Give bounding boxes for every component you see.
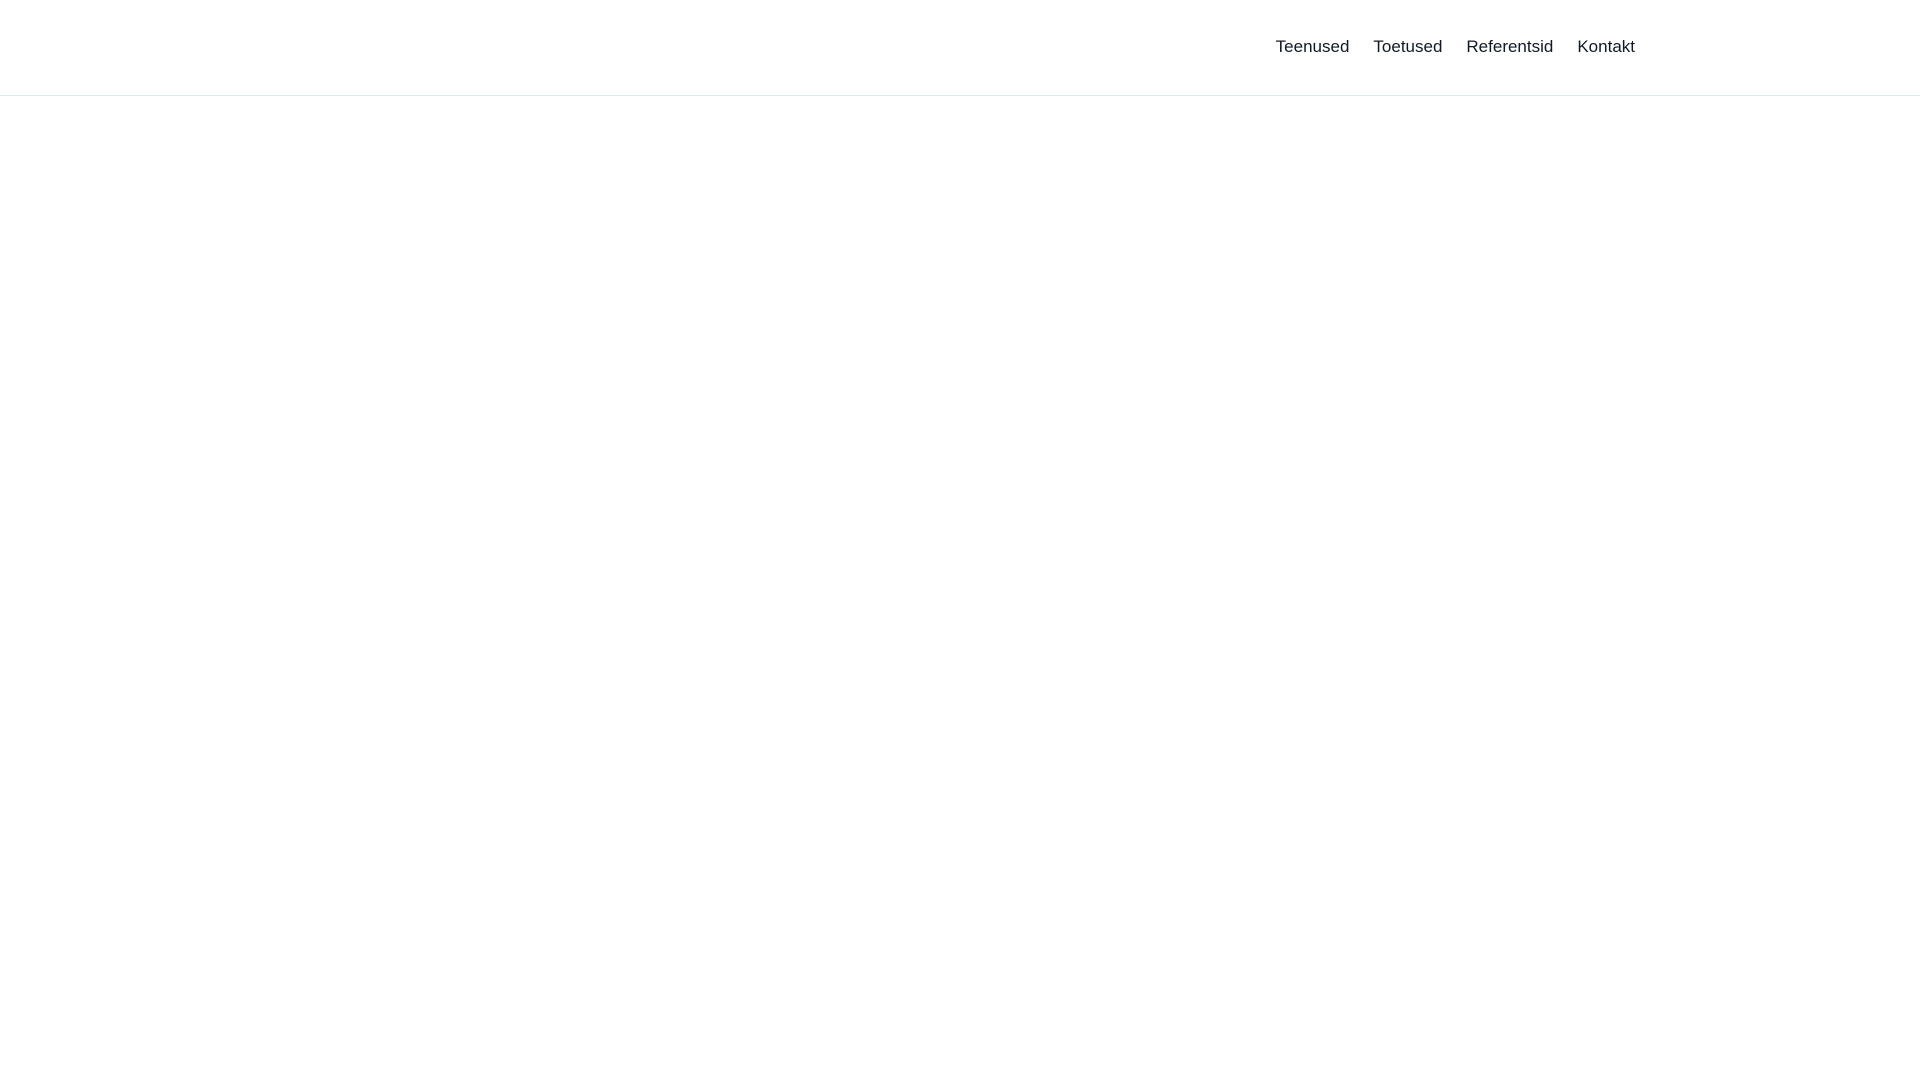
- nav-link-teenused[interactable]: Teenused: [1276, 37, 1350, 57]
- site-header: Teenused Toetused Referentsid Kontakt: [0, 0, 1920, 96]
- nav-link-referentsid[interactable]: Referentsid: [1466, 37, 1553, 57]
- main-nav: Teenused Toetused Referentsid Kontakt: [1276, 37, 1635, 57]
- logo-placeholder: [285, 28, 445, 68]
- nav-link-kontakt[interactable]: Kontakt: [1577, 37, 1635, 57]
- main-content: [0, 96, 1920, 1079]
- nav-link-toetused[interactable]: Toetused: [1373, 37, 1442, 57]
